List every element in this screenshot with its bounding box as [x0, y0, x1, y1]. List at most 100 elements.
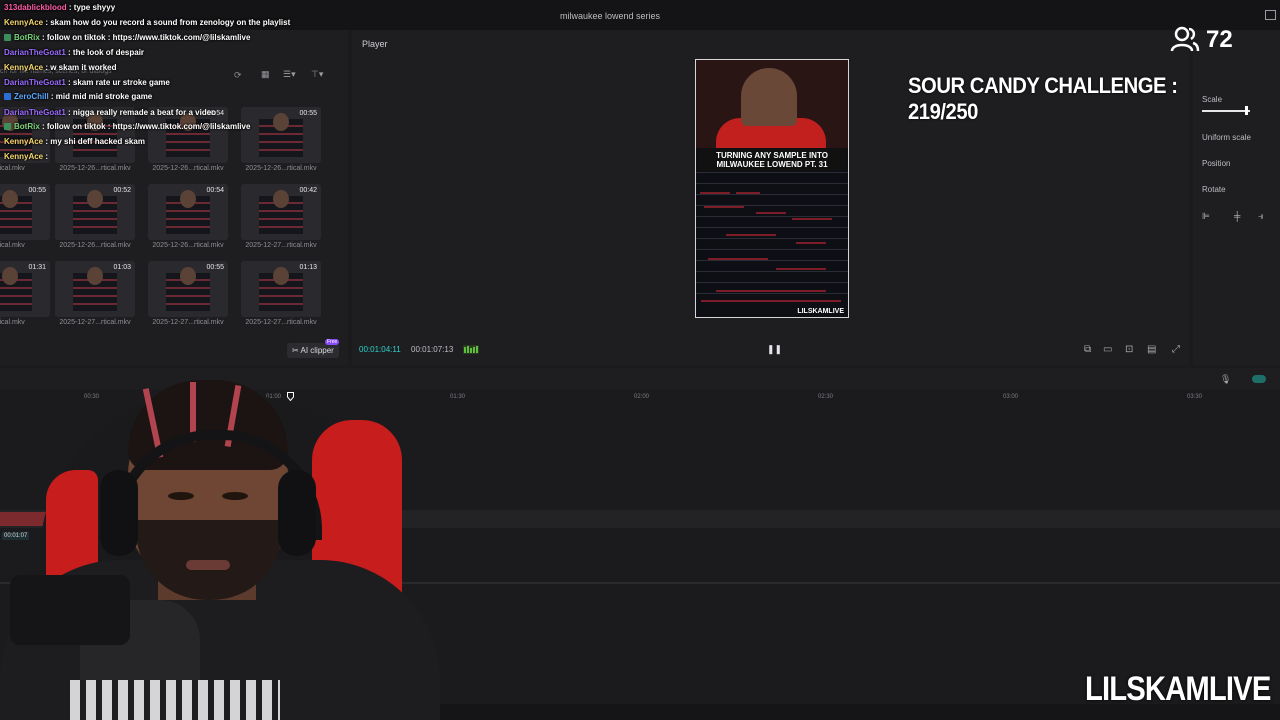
- daw-grid-line: [696, 271, 848, 272]
- thumbnail-bar: [259, 218, 303, 220]
- align-right-icon[interactable]: ⫣: [1258, 211, 1263, 222]
- microphone: [10, 575, 130, 645]
- thumbnail-duration: 01:13: [299, 264, 317, 271]
- chat-text: : skam how do you record a sound from ze…: [43, 18, 291, 27]
- daw-grid-line: [696, 194, 848, 195]
- media-thumbnail[interactable]: 00:42: [241, 184, 321, 240]
- timeline-tick-label: 01:30: [450, 394, 466, 400]
- thumbnail-bar: [73, 303, 117, 305]
- pause-button[interactable]: ❚❚: [767, 344, 782, 355]
- chat-username: 313dablickblood: [4, 3, 67, 12]
- media-thumbnail[interactable]: 00:55: [241, 107, 321, 163]
- player-label: Player: [362, 39, 388, 49]
- daw-grid-line: [696, 260, 848, 261]
- thumbnail-person: [273, 190, 289, 208]
- free-badge: Free: [325, 339, 340, 345]
- daw-note: [792, 218, 832, 220]
- align-center-icon[interactable]: ╪: [1234, 211, 1240, 221]
- chat-text: :: [43, 152, 49, 161]
- chat-username: DarianTheGoat1: [4, 48, 66, 57]
- chat-username: DarianTheGoat1: [4, 78, 66, 87]
- thumbnail-duration: 01:31: [28, 264, 46, 271]
- waveform-icon[interactable]: [463, 345, 479, 354]
- thumbnail-bar: [73, 295, 117, 297]
- thumbnail-filename: rtical.mkv: [0, 319, 25, 326]
- zoom-fit-icon[interactable]: ⊡: [1125, 344, 1133, 355]
- thumbnail-bar: [73, 218, 117, 220]
- chat-username: KennyAce: [4, 18, 44, 27]
- media-thumbnail[interactable]: 01:03: [55, 261, 135, 317]
- chat-username: ZeroChill: [14, 92, 49, 101]
- thumbnail-bar: [0, 287, 32, 289]
- media-thumbnail[interactable]: 00:55: [148, 261, 228, 317]
- media-thumbnail[interactable]: 00:54: [148, 184, 228, 240]
- chat-username: KennyAce: [4, 152, 44, 161]
- chat-username: BotRix: [14, 33, 40, 42]
- daw-note: [704, 206, 744, 208]
- grid-view-icon[interactable]: ▦: [261, 69, 270, 80]
- thumbnail-bar: [259, 149, 303, 151]
- crop-icon[interactable]: ⧉: [1084, 344, 1091, 355]
- chat-message: KennyAce :: [4, 152, 48, 161]
- fullscreen-icon[interactable]: ⤢: [1172, 344, 1180, 355]
- thumbnail-filename: 2025-12-26...rtical.mkv: [59, 242, 131, 249]
- thumbnail-bar: [73, 287, 117, 289]
- ratio-icon[interactable]: ▭: [1103, 344, 1112, 355]
- preview-caption: TURNING ANY SAMPLE INTO MILWAUKEE LOWEND…: [698, 149, 846, 171]
- thumbnail-filename: rtical.mkv: [0, 165, 25, 172]
- sort-icon[interactable]: ☰▾: [283, 69, 296, 80]
- chat-badge-icon: [4, 34, 11, 41]
- maximize-icon[interactable]: [1265, 10, 1276, 20]
- media-thumbnail[interactable]: 01:31: [0, 261, 50, 317]
- timeline-tick-label: 02:00: [634, 394, 650, 400]
- thumbnail-bar: [259, 133, 303, 135]
- media-thumbnail[interactable]: 00:55: [0, 184, 50, 240]
- thumbnail-filename: 2025-12-26...rtical.mkv: [152, 242, 224, 249]
- uniform-scale-label: Uniform scale: [1202, 133, 1251, 142]
- thumbnail-person: [273, 267, 289, 285]
- thumbnail-person: [87, 267, 103, 285]
- total-time: 00:01:07:13: [411, 345, 454, 354]
- thumbnail-bar: [166, 133, 210, 135]
- thumbnail-person: [87, 190, 103, 208]
- video-preview[interactable]: TURNING ANY SAMPLE INTO MILWAUKEE LOWEND…: [695, 59, 849, 318]
- thumbnail-bar: [259, 295, 303, 297]
- thumbnail-filename: 2025-12-27...rtical.mkv: [245, 242, 317, 249]
- channel-watermark: LILSKAMLIVE: [1085, 670, 1271, 708]
- thumbnail-filename: 2025-12-26...rtical.mkv: [152, 165, 224, 172]
- daw-grid-line: [696, 293, 848, 294]
- chat-text: : my shi deff hacked skam: [43, 137, 145, 146]
- chat-message: KennyAce : w skam it worked: [4, 63, 116, 72]
- microphone-icon[interactable]: 🎙: [1220, 374, 1231, 385]
- preview-watermark: LILSKAMLIVE: [797, 308, 844, 315]
- chat-badge-icon: [4, 123, 11, 130]
- ai-clipper-label: AI clipper: [300, 346, 334, 355]
- daw-grid-line: [696, 227, 848, 228]
- chat-message: DarianTheGoat1 : nigga really remade a b…: [4, 108, 216, 117]
- daw-grid-line: [696, 249, 848, 250]
- thumbnail-bar: [0, 218, 32, 220]
- media-thumbnail[interactable]: 00:52: [55, 184, 135, 240]
- rotate-label: Rotate: [1202, 185, 1226, 194]
- filter-icon[interactable]: ⊤▾: [311, 69, 323, 80]
- thumbnail-bar: [166, 210, 210, 212]
- media-thumbnail[interactable]: 01:13: [241, 261, 321, 317]
- ai-clipper-button[interactable]: ✂ AI clipper: [287, 343, 339, 358]
- thumbnail-duration: 00:55: [299, 110, 317, 117]
- daw-note: [776, 268, 826, 270]
- daw-grid-line: [696, 183, 848, 184]
- preview-webcam: [696, 60, 848, 148]
- chat-text: : the look of despair: [65, 48, 145, 57]
- preview-person: [741, 68, 797, 126]
- thumbnail-duration: 00:42: [299, 187, 317, 194]
- daw-note: [701, 300, 841, 302]
- quality-icon[interactable]: ▤: [1147, 344, 1156, 355]
- link-toggle[interactable]: [1252, 375, 1266, 383]
- thumbnail-bar: [166, 287, 210, 289]
- chat-text: : type shyyy: [66, 3, 116, 12]
- thumbnail-filename: rtical.mkv: [0, 242, 25, 249]
- refresh-icon[interactable]: ⟳: [234, 70, 242, 81]
- align-left-icon[interactable]: ⊫: [1202, 211, 1210, 222]
- thumbnail-bar: [166, 141, 210, 143]
- thumbnail-bar: [259, 303, 303, 305]
